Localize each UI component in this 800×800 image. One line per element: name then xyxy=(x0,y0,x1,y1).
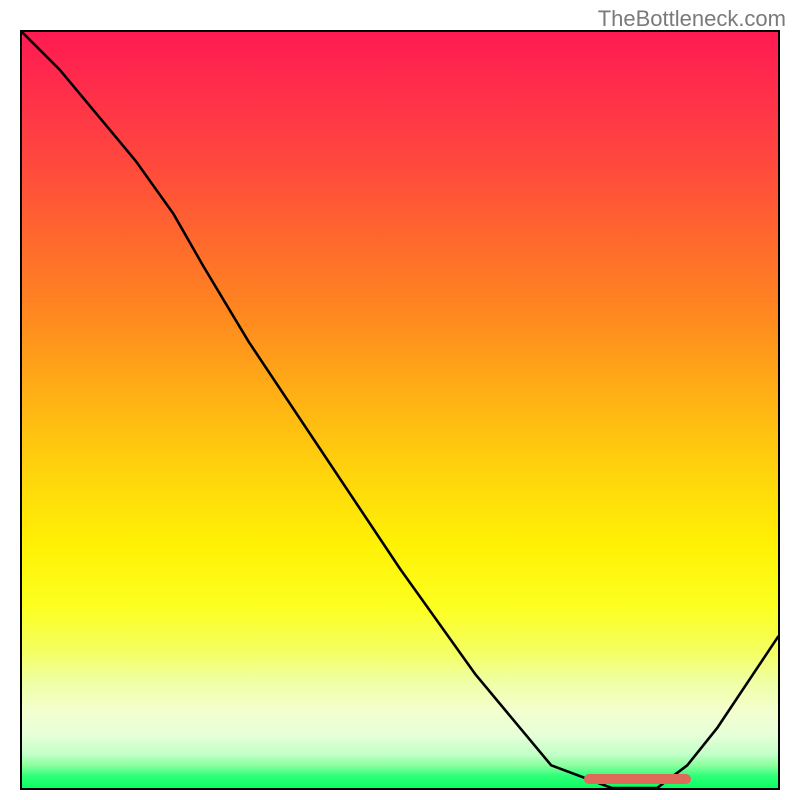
optimal-range-segment xyxy=(584,774,690,784)
bottleneck-curve xyxy=(22,32,778,788)
plot-area xyxy=(20,30,780,790)
watermark-text: TheBottleneck.com xyxy=(598,6,786,32)
curve-path xyxy=(22,32,778,788)
